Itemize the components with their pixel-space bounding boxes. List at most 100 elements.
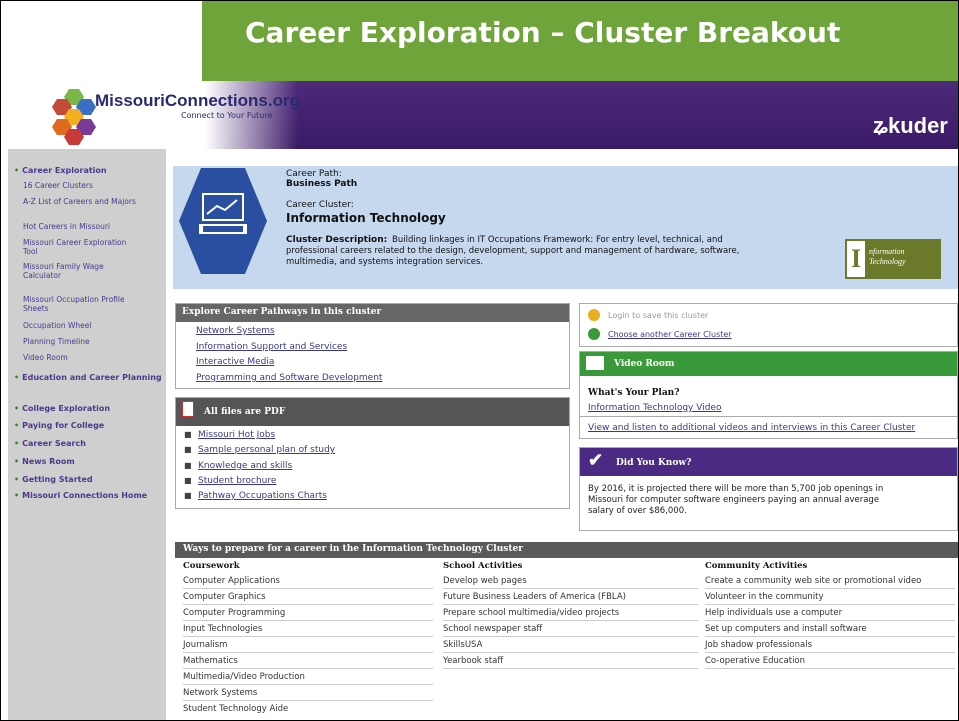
- nav-career-search[interactable]: Career Search: [14, 439, 164, 448]
- it-badge-text: nformation Technology: [869, 247, 906, 266]
- career-cluster-value: Information Technology: [286, 211, 446, 225]
- career-path-label: Career Path:: [286, 169, 342, 179]
- pdf-bullet-icon: ■: [184, 476, 192, 485]
- arrow-circle-icon: [588, 328, 600, 340]
- additional-videos-link[interactable]: View and listen to additional videos and…: [588, 423, 915, 433]
- cluster-description-line-3: multimedia, and systems integration serv…: [286, 257, 484, 267]
- pdf-files-title: All files are PDF: [204, 407, 286, 417]
- pathway-network-systems[interactable]: Network Systems: [196, 326, 275, 336]
- video-subtitle: What's Your Plan?: [588, 388, 680, 398]
- nav-sub-16-career-clusters[interactable]: 16 Career Clusters: [23, 181, 141, 191]
- nav-career-exploration[interactable]: Career Exploration: [14, 166, 164, 175]
- nav-sub-az-list[interactable]: A-Z List of Careers and Majors: [23, 197, 141, 207]
- site-logo-tagline: Connect to Your Future: [181, 111, 273, 120]
- school-activity-item: Yearbook staff: [443, 654, 698, 669]
- school-activity-item: Prepare school multimedia/video projects: [443, 606, 698, 621]
- coursework-item: Journalism: [183, 638, 433, 653]
- coursework-heading: Coursework: [183, 561, 240, 571]
- site-logo-text[interactable]: MissouriConnections.org: [95, 91, 300, 111]
- cluster-description-line-1: Building linkages in IT Occupations Fram…: [392, 235, 723, 245]
- nav-news-room[interactable]: News Room: [14, 457, 164, 466]
- pdf-student-brochure[interactable]: Student brochure: [198, 476, 276, 486]
- did-you-know-line-1: By 2016, it is projected there will be m…: [588, 484, 884, 494]
- nav-sub-hot-careers[interactable]: Hot Careers in Missouri: [23, 222, 141, 232]
- nav-education-planning[interactable]: Education and Career Planning: [14, 373, 164, 382]
- choose-another-cluster-link[interactable]: Choose another Career Cluster: [608, 330, 732, 339]
- pathway-info-support[interactable]: Information Support and Services: [196, 342, 347, 352]
- coursework-item: Multimedia/Video Production: [183, 670, 433, 685]
- nav-sub-exploration-tool[interactable]: Missouri Career Exploration Tool: [23, 238, 141, 256]
- explore-pathways-title: Explore Career Pathways in this cluster: [176, 304, 569, 322]
- community-activity-item: Set up computers and install software: [705, 622, 955, 637]
- coursework-item: Input Technologies: [183, 622, 433, 637]
- did-you-know-header: ✔ Did You Know?: [580, 448, 957, 476]
- school-activity-item: SkillsUSA: [443, 638, 698, 653]
- logo-hex-icon: [52, 89, 96, 145]
- pdf-pathway-charts[interactable]: Pathway Occupations Charts: [198, 491, 327, 501]
- school-activity-item: Develop web pages: [443, 574, 698, 589]
- pathway-programming[interactable]: Programming and Software Development: [196, 373, 382, 383]
- it-badge-letter: I: [847, 241, 865, 277]
- pdf-files-header: All files are PDF: [176, 398, 569, 426]
- kuder-logo[interactable]: ʑkuder: [873, 113, 948, 139]
- did-you-know-line-2: Missouri for computer software engineers…: [588, 495, 880, 505]
- coursework-item: Computer Programming: [183, 606, 433, 621]
- ways-to-prepare-table: Ways to prepare for a career in the Info…: [175, 542, 958, 720]
- video-room-panel: Video Room What's Your Plan? Information…: [579, 351, 958, 439]
- explore-pathways-panel: Explore Career Pathways in this cluster …: [175, 303, 570, 389]
- nav-getting-started[interactable]: Getting Started: [14, 475, 164, 484]
- school-activity-item: Future Business Leaders of America (FBLA…: [443, 590, 698, 605]
- pdf-icon: [182, 401, 194, 417]
- nav-sub-wage-calculator[interactable]: Missouri Family Wage Calculator: [23, 262, 141, 280]
- nav-missouri-home[interactable]: Missouri Connections Home: [14, 491, 164, 500]
- ways-title: Ways to prepare for a career in the Info…: [175, 542, 958, 558]
- cluster-description-label: Cluster Description:: [286, 235, 388, 245]
- nav-paying-college[interactable]: Paying for College: [14, 421, 164, 430]
- login-save-text[interactable]: Login to save this cluster: [608, 311, 708, 320]
- video-divider: [580, 416, 957, 417]
- left-nav: [8, 149, 166, 720]
- nav-sub-video-room[interactable]: Video Room: [23, 353, 141, 363]
- it-video-link[interactable]: Information Technology Video: [588, 403, 721, 413]
- coursework-item: Student Technology Aide: [183, 704, 289, 714]
- coursework-item: Computer Applications: [183, 574, 433, 589]
- community-activity-item: Volunteer in the community: [705, 590, 955, 605]
- community-activity-item: Help individuals use a computer: [705, 606, 955, 621]
- nav-sub-planning-timeline[interactable]: Planning Timeline: [23, 337, 141, 347]
- it-badge-icon: I nformation Technology: [845, 239, 941, 279]
- community-activity-item: Create a community web site or promotion…: [705, 574, 955, 589]
- slide-frame: Career Exploration – Cluster Breakout Mi…: [0, 0, 959, 721]
- career-path-value: Business Path: [286, 179, 358, 189]
- pdf-bullet-icon: ■: [184, 430, 192, 439]
- nav-sub-profile-sheets[interactable]: Missouri Occupation Profile Sheets: [23, 295, 141, 313]
- community-activity-item: Job shadow professionals: [705, 638, 955, 653]
- pdf-sample-plan[interactable]: Sample personal plan of study: [198, 445, 335, 455]
- school-activity-item: School newspaper staff: [443, 622, 698, 637]
- pdf-knowledge-skills[interactable]: Knowledge and skills: [198, 461, 292, 471]
- did-you-know-title: Did You Know?: [616, 458, 692, 468]
- pdf-missouri-hot-jobs[interactable]: Missouri Hot Jobs: [198, 430, 275, 440]
- pathway-interactive-media[interactable]: Interactive Media: [196, 357, 274, 367]
- community-activities-heading: Community Activities: [705, 561, 808, 571]
- did-you-know-line-3: salary of over $86,000.: [588, 506, 687, 516]
- did-you-know-panel: ✔ Did You Know? By 2016, it is projected…: [579, 447, 958, 531]
- coursework-item: Computer Graphics: [183, 590, 433, 605]
- school-activities-heading: School Activities: [443, 561, 523, 571]
- pdf-bullet-icon: ■: [184, 461, 192, 470]
- star-icon: [588, 309, 600, 321]
- login-panel: Login to save this cluster Choose anothe…: [579, 303, 958, 347]
- nav-college-exploration[interactable]: College Exploration: [14, 404, 164, 413]
- coursework-item: Network Systems: [183, 686, 433, 701]
- coursework-item: Mathematics: [183, 654, 433, 669]
- slide-title: Career Exploration – Cluster Breakout: [245, 16, 841, 49]
- video-room-header: Video Room: [580, 352, 957, 376]
- computer-hex-icon: [179, 168, 267, 274]
- checkmark-icon: ✔: [588, 450, 604, 471]
- video-room-title: Video Room: [614, 359, 675, 369]
- community-activity-item: Co-operative Education: [705, 654, 955, 669]
- cluster-description-line-2: professional careers related to the desi…: [286, 246, 740, 256]
- nav-sub-occupation-wheel[interactable]: Occupation Wheel: [23, 321, 141, 331]
- pdf-files-panel: All files are PDF ■ Missouri Hot Jobs ■ …: [175, 397, 570, 509]
- pdf-bullet-icon: ■: [184, 491, 192, 500]
- video-camera-icon: [586, 356, 604, 370]
